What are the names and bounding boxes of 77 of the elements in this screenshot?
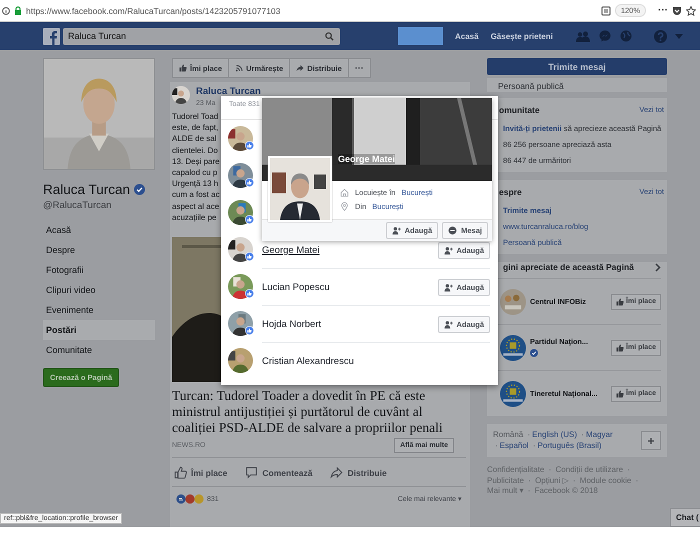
thumbs-up-icon [179, 64, 187, 72]
language-link[interactable]: Română [493, 430, 524, 439]
card-title: espre [499, 187, 522, 197]
more-button[interactable]: ··· [348, 59, 370, 77]
chevron-right-icon[interactable] [655, 262, 661, 272]
language-link[interactable]: English (US) [532, 430, 578, 439]
info-icon[interactable] [2, 6, 10, 14]
post-text-line: capalod cu p [172, 167, 218, 178]
address-bar[interactable]: https://www.facebook.com/RalucaTurcan/posts/1423205791077103 [26, 6, 597, 16]
add-person-icon [392, 226, 401, 235]
post-text-line: clientelei. Do [172, 144, 218, 156]
post-text-line: cum a fost ac [172, 189, 220, 201]
post-text-line: aspect al ace [172, 200, 220, 212]
separator: · [636, 476, 638, 484]
send-message-button[interactable]: Trimite mesaj [487, 58, 667, 75]
sidebar-item[interactable]: Postări [43, 320, 155, 340]
copyright: Facebook © 2018 [534, 486, 598, 495]
post-text-line: ALDE de sal [172, 133, 216, 145]
page-name: Raluca Turcan [43, 182, 130, 197]
sidebar-item[interactable]: Clipuri video [43, 280, 155, 300]
message-icon [448, 226, 458, 235]
house-icon [340, 188, 349, 197]
logo-icon[interactable] [43, 28, 60, 44]
nav-link[interactable]: Acasă [455, 32, 479, 40]
location-pin-icon [340, 202, 349, 211]
sidebar-item[interactable]: Comunitate [43, 340, 155, 360]
share-arrow-icon [330, 466, 344, 480]
menu-button[interactable]: ··· [658, 5, 668, 16]
add-language-button[interactable]: + [641, 431, 661, 450]
speech-bubble-icon [245, 466, 258, 480]
sidebar-item[interactable]: Fotografii [43, 260, 155, 280]
separator: · [528, 476, 531, 484]
language-link[interactable]: Português (Brasil) [538, 440, 602, 450]
lock-icon [14, 6, 22, 15]
reader-icon[interactable] [600, 6, 611, 16]
author-name[interactable]: Raluca Turcan [196, 86, 261, 97]
page-handle: @RalucaTurcan [43, 200, 112, 211]
separator: · [548, 465, 552, 474]
thumbs-up-icon [174, 466, 187, 480]
separator: · [528, 486, 530, 495]
like-button[interactable]: Îmi place [174, 466, 228, 480]
post-text-line: 13. Deși pare [172, 156, 220, 168]
page-logo-icon[interactable] [500, 288, 526, 314]
reactions-icon[interactable] [176, 494, 206, 504]
separator: · [572, 476, 576, 484]
post-text-line: acuzațiile pe [172, 212, 216, 224]
rss-icon [235, 64, 244, 72]
share-button[interactable]: Distribuie [330, 466, 387, 480]
share-arrow-icon [296, 64, 304, 72]
sidebar-item[interactable]: Despre [43, 240, 155, 260]
search-field[interactable]: Raluca Turcan [63, 28, 340, 44]
language-link[interactable]: Español [500, 440, 529, 450]
star-icon[interactable] [686, 6, 696, 16]
post-text-line: Tudorel Toad [172, 111, 218, 122]
page-logo-icon[interactable] [500, 334, 526, 360]
nav-link[interactable]: Găsește prieteni [490, 32, 553, 40]
public-figure-label: Persoană publică [487, 78, 667, 92]
language-link[interactable]: Magyar [586, 430, 613, 439]
comment-button[interactable]: Comentează [245, 466, 312, 480]
sidebar-item[interactable]: Acasă [43, 220, 155, 240]
card-title: gini apreciate de această Pagină [503, 262, 634, 272]
thumbs-up-icon [616, 390, 624, 398]
pocket-icon[interactable] [672, 6, 682, 16]
link-title[interactable]: Turcan: Tudorel Toader a dovedit în PE că este ministrul antijustiției și purtătorul de cuvânt al coaliției PSD-ALDE de salvare a propriilor penali [172, 388, 468, 436]
separator: · [532, 440, 536, 450]
thumbs-up-icon [616, 298, 624, 306]
separator: · [627, 465, 630, 474]
sidebar-item[interactable]: Evenimente [43, 300, 155, 320]
post-text-line: Urgență 13 h [172, 178, 218, 190]
search-icon[interactable] [325, 32, 334, 40]
page-logo-icon[interactable] [500, 380, 526, 406]
card-title: omunitate [499, 105, 540, 115]
thumbs-up-icon [616, 344, 624, 352]
separator: · [495, 440, 498, 450]
separator: · [527, 430, 530, 439]
post-text-line: este, de fapt, [172, 122, 218, 134]
separator: · [581, 430, 584, 439]
